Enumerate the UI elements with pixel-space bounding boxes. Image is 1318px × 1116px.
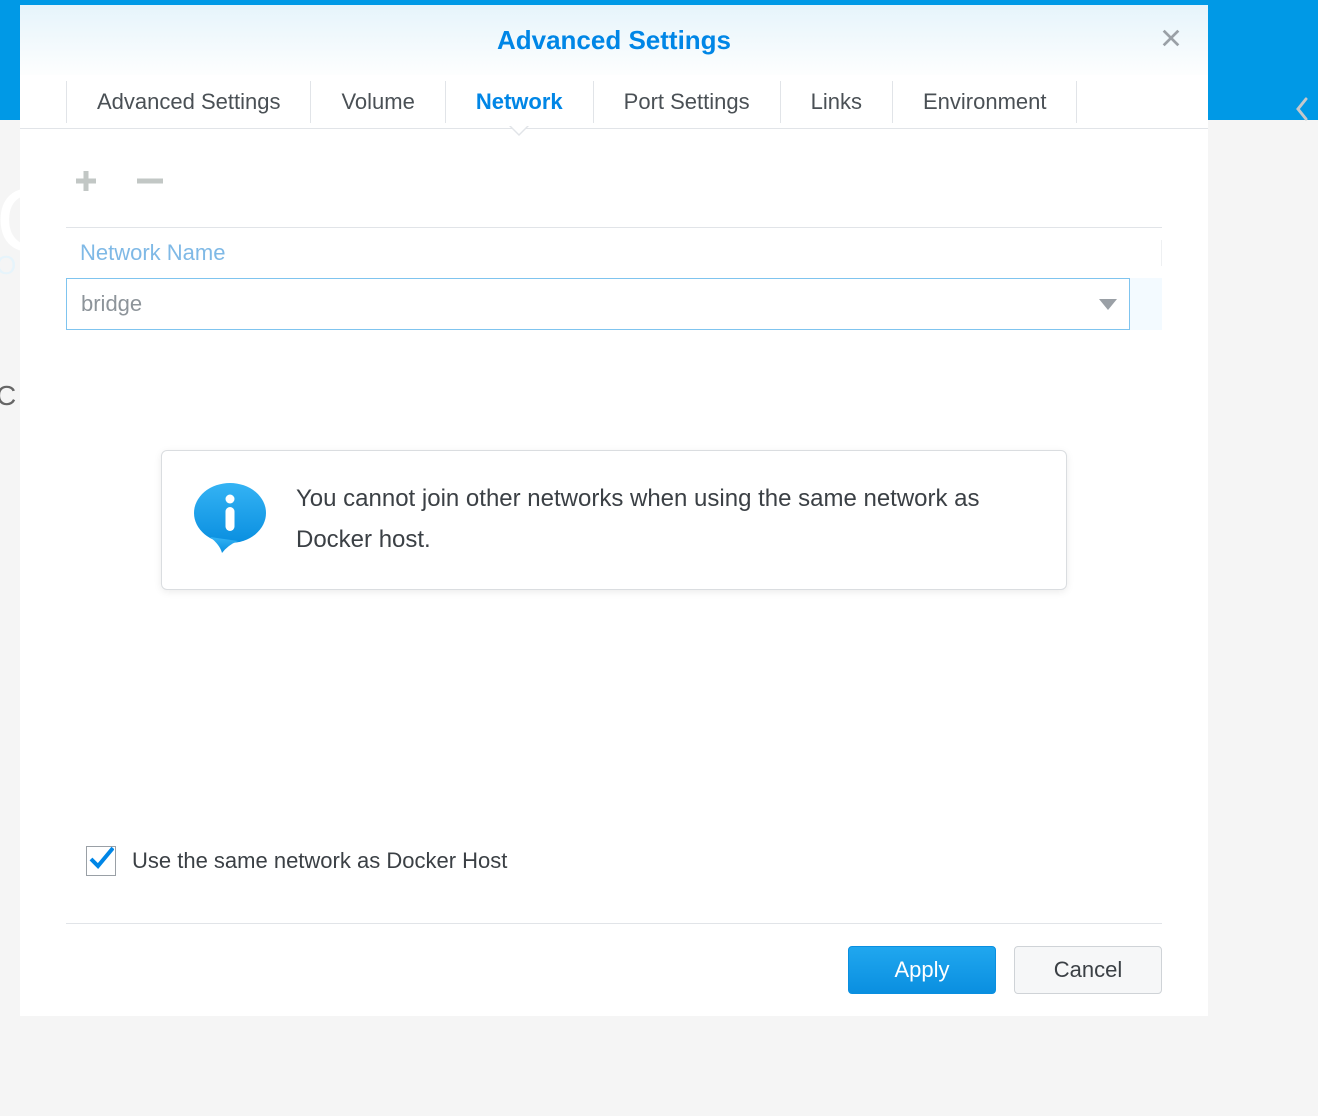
tab-links[interactable]: Links — [780, 81, 892, 123]
tab-bar: Advanced Settings Volume Network Port Se… — [20, 75, 1208, 129]
close-button[interactable] — [1160, 27, 1182, 54]
tab-volume[interactable]: Volume — [310, 81, 444, 123]
close-icon — [1160, 36, 1182, 53]
plus-icon — [72, 167, 100, 200]
tab-label: Links — [811, 89, 862, 115]
tab-label: Advanced Settings — [97, 89, 280, 115]
tab-network[interactable]: Network — [445, 81, 593, 123]
tab-label: Volume — [341, 89, 414, 115]
tab-port-settings[interactable]: Port Settings — [593, 81, 780, 123]
use-host-network-checkbox[interactable] — [86, 846, 116, 876]
network-select-value: bridge — [81, 291, 142, 317]
cancel-button[interactable]: Cancel — [1014, 946, 1162, 994]
dialog-title: Advanced Settings — [497, 25, 731, 56]
chevron-down-icon — [1099, 291, 1117, 317]
table-header: Network Name — [66, 228, 1162, 278]
use-host-network-label: Use the same network as Docker Host — [132, 848, 507, 874]
info-bubble-icon — [192, 479, 268, 555]
checkmark-icon — [88, 845, 114, 877]
button-label: Apply — [894, 957, 949, 983]
background-glyph: C — [0, 380, 16, 412]
info-box: You cannot join other networks when usin… — [161, 450, 1067, 590]
add-button[interactable] — [66, 163, 106, 203]
dialog-header: Advanced Settings — [20, 5, 1208, 75]
remove-button[interactable] — [130, 163, 170, 203]
column-network-name: Network Name — [66, 240, 1162, 266]
apply-button[interactable]: Apply — [848, 946, 996, 994]
tab-label: Port Settings — [624, 89, 750, 115]
row-toolbar — [66, 155, 1162, 227]
tab-environment[interactable]: Environment — [892, 81, 1078, 123]
tab-advanced-settings[interactable]: Advanced Settings — [66, 81, 310, 123]
tab-label: Environment — [923, 89, 1047, 115]
cell-network-name: bridge — [66, 278, 1162, 330]
info-message: You cannot join other networks when usin… — [296, 479, 1036, 561]
minus-icon — [133, 167, 167, 200]
dialog-footer: Apply Cancel — [66, 923, 1162, 994]
button-label: Cancel — [1054, 957, 1122, 983]
dialog-body: Network Name bridge — [20, 129, 1208, 590]
background-glyph: O — [0, 250, 16, 281]
tab-label: Network — [476, 89, 563, 115]
advanced-settings-dialog: Advanced Settings Advanced Settings Volu… — [20, 0, 1208, 1016]
background-chevron — [1294, 95, 1310, 128]
network-table: Network Name bridge — [66, 227, 1162, 330]
use-host-network-row: Use the same network as Docker Host — [86, 846, 507, 876]
table-row[interactable]: bridge — [66, 278, 1162, 330]
network-select[interactable]: bridge — [66, 278, 1130, 330]
